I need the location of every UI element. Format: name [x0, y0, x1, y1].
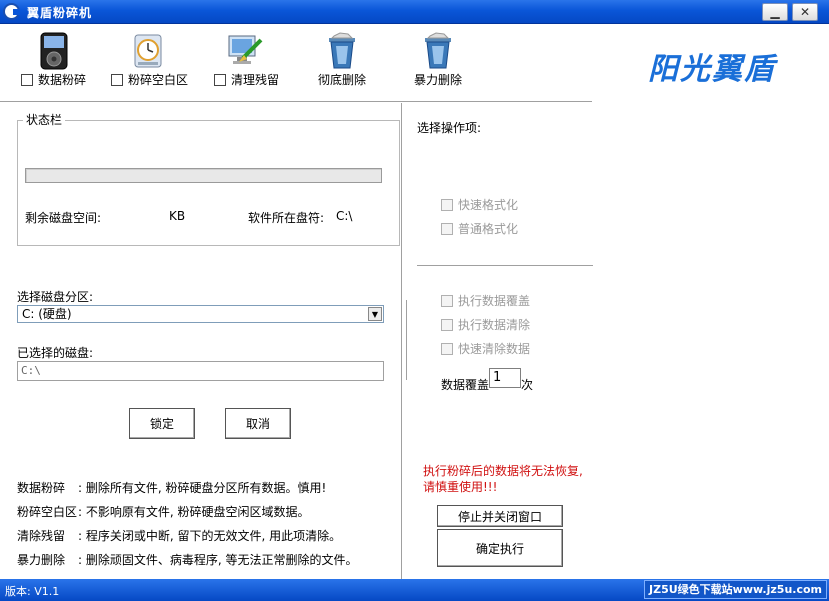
chosen-disk-label: 已选择的磁盘: — [17, 346, 94, 360]
checkbox-label: 清理残留 — [231, 73, 280, 87]
overwrite-count-unit: 次 — [521, 378, 534, 392]
option-quick-clear[interactable]: 快速清除数据 — [441, 340, 530, 357]
option-quick-format[interactable]: 快速格式化 — [441, 196, 518, 213]
overwrite-count-label: 数据覆盖 — [441, 378, 490, 392]
option-label: 执行数据清除 — [458, 318, 531, 332]
cancel-button[interactable]: 取消 — [225, 408, 291, 439]
desc-key: 清除残留 — [17, 529, 66, 543]
option-label: 执行数据覆盖 — [458, 294, 531, 308]
close-button[interactable]: ✕ — [792, 3, 818, 21]
checkbox-data-shred[interactable]: 数据粉碎 — [21, 71, 86, 88]
disk-select-dropdown[interactable]: C: (硬盘) ▼ — [17, 305, 384, 323]
panel-divider-groove — [406, 300, 408, 380]
options-title: 选择操作项: — [417, 121, 482, 135]
recycle-bin-icon[interactable] — [418, 32, 458, 70]
checkbox-label: 数据粉碎 — [38, 73, 87, 87]
toolbar-separator — [0, 101, 592, 103]
version-text: 版本: V1.1 — [5, 585, 60, 598]
stop-close-button[interactable]: 停止并关闭窗口 — [437, 505, 563, 527]
checkbox-box[interactable] — [214, 73, 226, 86]
desc-shred-free-space: 粉碎空白区: 不影响原有文件, 粉碎硬盘空闲区域数据。 — [17, 503, 310, 520]
desc-text: : 删除顽固文件、病毒程序, 等无法正常删除的文件。 — [78, 553, 358, 567]
clock-icon[interactable] — [128, 32, 168, 70]
progress-bar — [25, 168, 382, 183]
desc-force-delete: 暴力删除 : 删除顽固文件、病毒程序, 等无法正常删除的文件。 — [17, 551, 358, 568]
option-label: 普通格式化 — [458, 222, 519, 236]
overwrite-count-input[interactable]: 1 — [489, 368, 521, 388]
desc-text: : 删除所有文件, 粉碎硬盘分区所有数据。慎用! — [78, 481, 327, 495]
ipod-icon[interactable] — [35, 32, 75, 70]
drive-value: C:\ — [336, 209, 353, 223]
warning-text: 执行粉碎后的数据将无法恢复, 请慎重使用!!! — [423, 464, 583, 494]
desc-text: : 不影响原有文件, 粉碎硬盘空闲区域数据。 — [78, 505, 310, 519]
tool-label-force-delete[interactable]: 暴力删除 — [414, 71, 462, 88]
checkbox-shred-free-space[interactable]: 粉碎空白区 — [111, 71, 188, 88]
desc-key: 暴力删除 — [17, 553, 66, 567]
recycle-bin-icon[interactable] — [322, 32, 362, 70]
option-label: 快速格式化 — [458, 198, 519, 212]
checkbox-box[interactable] — [441, 318, 453, 331]
chevron-down-icon[interactable]: ▼ — [368, 307, 382, 321]
checkbox-box[interactable] — [441, 222, 453, 235]
checkbox-label: 粉碎空白区 — [128, 73, 189, 87]
checkbox-clean-residue[interactable]: 清理残留 — [214, 71, 279, 88]
tool-label-full-delete[interactable]: 彻底删除 — [318, 71, 366, 88]
monitor-brush-icon[interactable] — [225, 32, 265, 70]
lock-button[interactable]: 锁定 — [129, 408, 195, 439]
desc-data-shred: 数据粉碎 : 删除所有文件, 粉碎硬盘分区所有数据。慎用! — [17, 479, 326, 496]
option-label: 快速清除数据 — [458, 342, 531, 356]
execute-button[interactable]: 确定执行 — [437, 529, 563, 567]
free-space-unit: KB — [169, 209, 186, 223]
option-clear-data[interactable]: 执行数据清除 — [441, 316, 530, 333]
desc-key: 粉碎空白区 — [17, 505, 78, 519]
desc-key: 数据粉碎 — [17, 481, 66, 495]
options-separator — [417, 265, 593, 267]
status-group-title: 状态栏 — [23, 111, 66, 128]
checkbox-box[interactable] — [441, 294, 453, 307]
chosen-disk-field[interactable]: C:\ — [17, 361, 384, 381]
checkbox-box[interactable] — [441, 342, 453, 355]
drive-label: 软件所在盘符: — [248, 211, 325, 225]
window-title: 翼盾粉碎机 — [27, 6, 93, 20]
checkbox-box[interactable] — [111, 73, 123, 86]
free-space-label: 剩余磁盘空间: — [25, 211, 102, 225]
option-overwrite-data[interactable]: 执行数据覆盖 — [441, 292, 530, 309]
panel-divider — [401, 103, 403, 579]
watermark-badge: JZ5U绿色下载站www.jz5u.com — [644, 580, 827, 599]
title-bar — [0, 0, 829, 24]
checkbox-box[interactable] — [441, 198, 453, 211]
status-groupbox — [17, 120, 400, 246]
disk-select-label: 选择磁盘分区: — [17, 290, 94, 304]
disk-select-value: C: (硬盘) — [22, 307, 72, 321]
desc-clean-residue: 清除残留 : 程序关闭或中断, 留下的无效文件, 用此项清除。 — [17, 527, 341, 544]
option-normal-format[interactable]: 普通格式化 — [441, 220, 518, 237]
brand-logo-text: 阳光翼盾 — [648, 52, 776, 87]
app-icon — [3, 3, 20, 20]
desc-text: : 程序关闭或中断, 留下的无效文件, 用此项清除。 — [78, 529, 342, 543]
minimize-button[interactable]: ▁ — [762, 3, 788, 21]
checkbox-box[interactable] — [21, 73, 33, 86]
